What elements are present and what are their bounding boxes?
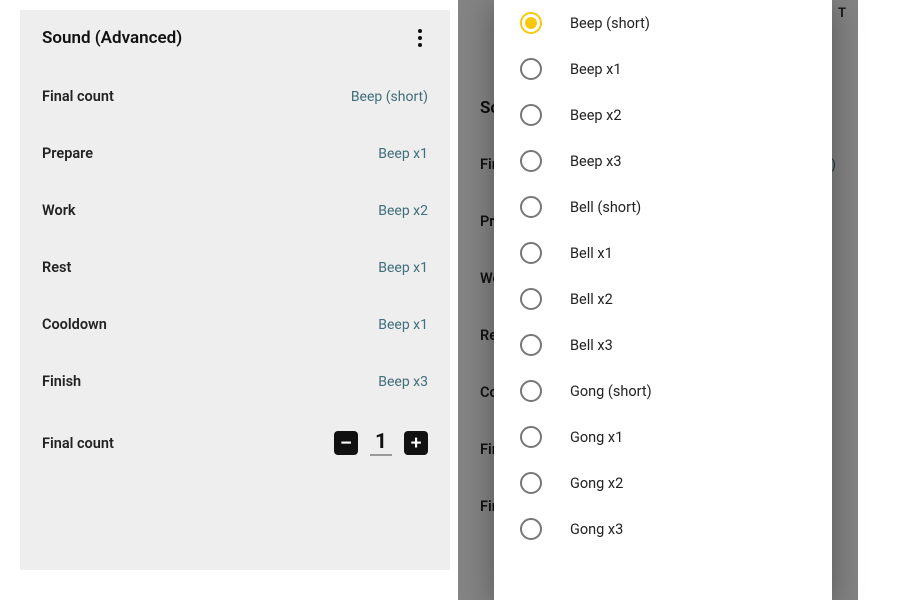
quantity-stepper: − 1 + [334, 430, 428, 456]
setting-value[interactable]: Beep x2 [378, 203, 428, 219]
setting-value[interactable]: Beep x1 [378, 317, 428, 333]
radio-icon [520, 334, 542, 356]
setting-label: Prepare [42, 145, 93, 162]
setting-value[interactable]: Beep (short) [351, 89, 428, 105]
decrement-button[interactable]: − [334, 431, 358, 455]
radio-icon [520, 518, 542, 540]
setting-row-finish[interactable]: Finish Beep x3 [20, 353, 450, 410]
stepper-value[interactable]: 1 [370, 430, 392, 456]
radio-icon [520, 380, 542, 402]
sound-option[interactable]: Gong (short) [494, 368, 832, 414]
sound-option-label: Bell (short) [570, 199, 641, 216]
panel-header: Sound (Advanced) [20, 10, 450, 68]
setting-row-cooldown[interactable]: Cooldown Beep x1 [20, 296, 450, 353]
plus-icon: + [410, 434, 421, 453]
radio-icon [520, 150, 542, 172]
radio-icon [520, 104, 542, 126]
sound-option[interactable]: Bell x1 [494, 230, 832, 276]
sound-option[interactable]: Bell x2 [494, 276, 832, 322]
sound-option-label: Gong x3 [570, 521, 623, 538]
setting-label: Rest [42, 259, 71, 276]
setting-row-rest[interactable]: Rest Beep x1 [20, 239, 450, 296]
sound-option[interactable]: Beep x3 [494, 138, 832, 184]
sound-option-label: Gong x1 [570, 429, 623, 446]
minus-icon: − [340, 434, 351, 453]
setting-value[interactable]: Beep x1 [378, 260, 428, 276]
setting-label: Work [42, 202, 76, 219]
sound-option-label: Bell x3 [570, 337, 613, 354]
setting-row-final-count[interactable]: Final count Beep (short) [20, 68, 450, 125]
sound-option[interactable]: Beep x1 [494, 46, 832, 92]
sound-option-label: Bell x2 [570, 291, 613, 308]
setting-value[interactable]: Beep x3 [378, 374, 428, 390]
sound-option[interactable]: Beep (short) [494, 0, 832, 46]
sound-option[interactable]: Gong x1 [494, 414, 832, 460]
sound-option-label: Beep (short) [570, 15, 650, 32]
setting-value[interactable]: Beep x1 [378, 146, 428, 162]
radio-icon [520, 288, 542, 310]
sound-option[interactable]: Beep x2 [494, 92, 832, 138]
page-title: Sound (Advanced) [42, 28, 182, 48]
bg-corner-text: T [838, 6, 846, 21]
setting-row-prepare[interactable]: Prepare Beep x1 [20, 125, 450, 182]
radio-icon [520, 58, 542, 80]
more-options-button[interactable] [408, 26, 432, 50]
radio-icon [520, 12, 542, 34]
sound-picker-sheet: Beep (short) Beep x1 Beep x2 Beep x3 Bell (s… [494, 0, 832, 600]
stepper-row-final-count: Final count − 1 + [20, 410, 450, 476]
setting-label: Final count [42, 88, 114, 105]
sound-option[interactable]: Gong x3 [494, 506, 832, 552]
sound-option[interactable]: Bell x3 [494, 322, 832, 368]
radio-icon [520, 242, 542, 264]
sound-option-label: Bell x1 [570, 245, 613, 262]
radio-icon [520, 472, 542, 494]
sound-option-label: Beep x3 [570, 153, 622, 170]
more-vert-icon [418, 29, 422, 33]
stepper-label: Final count [42, 435, 114, 452]
sound-option[interactable]: Bell (short) [494, 184, 832, 230]
setting-row-work[interactable]: Work Beep x2 [20, 182, 450, 239]
sound-option[interactable]: Gong x2 [494, 460, 832, 506]
increment-button[interactable]: + [404, 431, 428, 455]
setting-label: Cooldown [42, 316, 107, 333]
sound-option-label: Gong (short) [570, 383, 652, 400]
sound-option-label: Beep x1 [570, 61, 622, 78]
sound-settings-panel: Sound (Advanced) Final count Beep (short… [20, 10, 450, 570]
radio-icon [520, 196, 542, 218]
sound-option-label: Gong x2 [570, 475, 623, 492]
setting-label: Finish [42, 373, 81, 390]
radio-icon [520, 426, 542, 448]
sound-option-label: Beep x2 [570, 107, 622, 124]
